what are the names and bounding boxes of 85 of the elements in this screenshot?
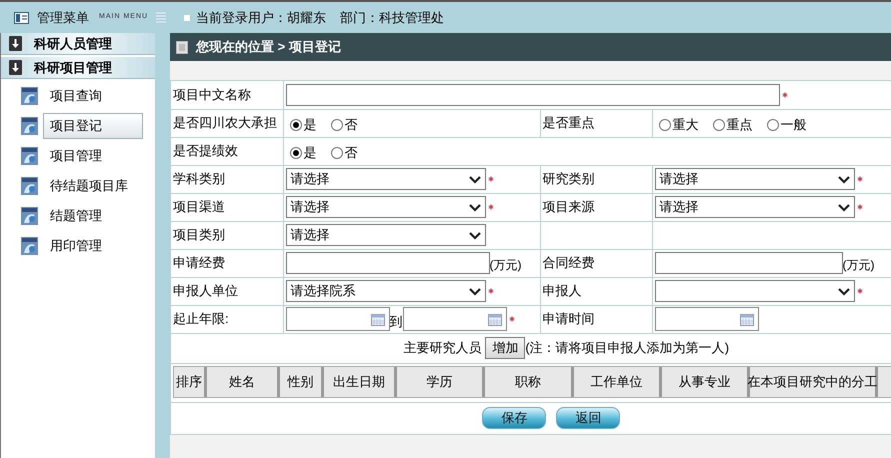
sidebar-item[interactable]: 项目登记 — [43, 113, 143, 139]
back-button[interactable]: 返回 — [556, 407, 620, 429]
menu-panel-icon — [14, 12, 29, 24]
select-field[interactable]: 请选择 — [654, 196, 854, 218]
chevron-down-icon — [468, 286, 480, 296]
sidebar-item[interactable]: 项目管理 — [43, 143, 102, 169]
chevron-down-icon — [468, 230, 480, 240]
menu-icon — [156, 12, 166, 23]
column-header: 学历 — [397, 366, 485, 396]
chevron-down-icon — [838, 174, 850, 184]
document-icon — [21, 117, 38, 135]
sidebar-item[interactable]: 待结题项目库 — [43, 173, 128, 199]
date-field[interactable] — [654, 307, 758, 331]
user-info: 当前登录用户：胡耀东 — [196, 8, 326, 27]
field-label: 是否重点 — [542, 115, 594, 130]
note-text: (注：请将项目申报人添加为第一人) — [525, 339, 730, 358]
field-label: 申请经费 — [173, 255, 225, 270]
calendar-icon — [488, 314, 502, 326]
down-arrow-icon — [9, 60, 22, 75]
column-header: 在本项目研究中的分工 — [750, 366, 878, 396]
chevron-down-icon — [468, 174, 480, 184]
calendar-icon — [740, 314, 754, 326]
column-header: 出生日期 — [324, 366, 397, 396]
column-header: 性别 — [280, 366, 324, 396]
text-field[interactable] — [286, 84, 780, 106]
radio-option[interactable]: 否 — [330, 142, 358, 162]
add-button[interactable]: 增加 — [485, 337, 526, 359]
menu-title: 管理菜单 — [37, 8, 89, 27]
unit-label: (万元) — [842, 257, 874, 274]
select-field[interactable]: 请选择 — [286, 196, 486, 218]
column-header: 排序 — [174, 366, 207, 396]
radio-option[interactable]: 重大 — [658, 114, 698, 134]
document-icon — [21, 177, 38, 195]
department-info: 部门：科技管理处 — [340, 8, 444, 27]
date-field[interactable] — [402, 307, 506, 331]
breadcrumb: 您现在的位置 > 项目登记 — [196, 38, 341, 56]
sidebar-item[interactable]: 结题管理 — [43, 203, 102, 229]
document-icon — [21, 237, 38, 255]
field-label: 项目中文名称 — [173, 87, 251, 102]
page-icon — [176, 40, 188, 54]
radio-option[interactable]: 是 — [290, 114, 316, 134]
chevron-down-icon — [838, 286, 850, 296]
select-field[interactable]: 请选择 — [654, 168, 854, 190]
calendar-icon — [370, 314, 384, 326]
field-label: 学科类别 — [173, 171, 225, 186]
text-field[interactable] — [286, 252, 490, 274]
unit-label: (万元) — [490, 257, 522, 274]
select-field[interactable]: 请选择 — [286, 224, 486, 246]
document-icon — [21, 207, 38, 225]
radio-option[interactable]: 否 — [330, 114, 358, 134]
chevron-down-icon — [468, 202, 480, 212]
select-field[interactable]: 请选择 — [286, 168, 486, 190]
field-label: 研究类别 — [542, 171, 594, 186]
select-field[interactable]: 请选择院系 — [286, 280, 486, 302]
field-label: 申报人单位 — [173, 283, 238, 298]
select-field[interactable] — [654, 280, 854, 302]
save-button[interactable]: 保存 — [482, 407, 546, 429]
field-label: 项目类别 — [173, 227, 225, 242]
date-field[interactable] — [286, 307, 390, 331]
field-label: 起止年限: — [173, 311, 229, 326]
column-header: 工作单位 — [574, 366, 662, 396]
field-label: 申请时间 — [542, 311, 594, 326]
radio-option[interactable]: 重点 — [712, 114, 752, 134]
document-icon — [21, 87, 38, 105]
text-field[interactable] — [654, 252, 842, 274]
document-icon — [21, 147, 38, 165]
radio-option[interactable]: 是 — [290, 142, 316, 162]
column-header: 职称 — [485, 366, 574, 396]
column-header: 姓名 — [207, 366, 280, 396]
field-label: 是否提绩效 — [173, 143, 238, 158]
radio-option[interactable]: 一般 — [766, 114, 806, 134]
sidebar-item[interactable]: 用印管理 — [43, 233, 102, 259]
section-header[interactable]: 科研项目管理 — [1, 57, 155, 79]
section-header[interactable]: 科研人员管理 — [1, 33, 155, 55]
bullet-icon — [184, 14, 190, 20]
field-label: 是否四川农大承担 — [173, 115, 277, 130]
down-arrow-icon — [9, 36, 22, 51]
field-label: 申报人 — [542, 283, 582, 298]
chevron-down-icon — [838, 202, 850, 212]
section-label: 主要研究人员 — [403, 339, 482, 358]
sidebar-item[interactable]: 项目查询 — [43, 83, 102, 109]
range-separator: 到 — [390, 312, 402, 330]
field-label: 合同经费 — [542, 255, 594, 270]
field-label: 项目渠道 — [173, 199, 225, 214]
field-label: 项目来源 — [542, 199, 594, 214]
